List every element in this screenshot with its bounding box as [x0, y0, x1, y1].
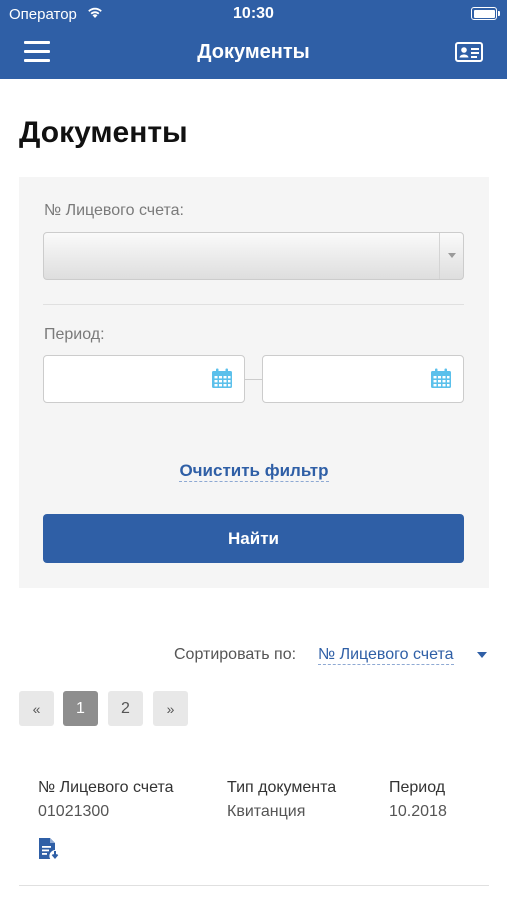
- divider: [43, 304, 464, 305]
- account-label: № Лицевого счета:: [44, 202, 184, 219]
- nav-title: Документы: [197, 41, 310, 63]
- find-button[interactable]: Найти: [43, 514, 464, 563]
- row-divider: [19, 885, 489, 886]
- date-to-input[interactable]: [262, 355, 464, 403]
- chevron-down-icon: [439, 233, 463, 279]
- period-label: Период:: [44, 326, 105, 343]
- app-header: Оператор 10:30 Документы: [0, 0, 507, 79]
- nav-bar: Документы: [0, 28, 507, 79]
- date-from-input[interactable]: [43, 355, 245, 403]
- calendar-icon[interactable]: [211, 368, 233, 389]
- cell-account: 01021300: [38, 803, 110, 820]
- id-card-icon[interactable]: [455, 41, 483, 63]
- page-button-2[interactable]: 2: [108, 691, 143, 726]
- sort-row: Сортировать по: № Лицевого счета: [0, 644, 507, 666]
- cell-type: Квитанция: [227, 803, 306, 820]
- clear-filter-container: Очистить фильтр: [19, 461, 489, 482]
- date-range-separator: [245, 379, 262, 380]
- document-download-icon[interactable]: [38, 837, 62, 861]
- sort-select[interactable]: № Лицевого счета: [318, 646, 454, 665]
- status-bar: Оператор 10:30: [0, 0, 507, 28]
- caret-down-icon[interactable]: [477, 652, 487, 658]
- cell-period: 10.2018: [389, 803, 447, 820]
- battery-icon: [471, 7, 500, 20]
- account-select[interactable]: [43, 232, 464, 280]
- page-button-1[interactable]: 1: [63, 691, 98, 726]
- filter-panel: № Лицевого счета: Период: Очистить фильт…: [19, 177, 489, 588]
- status-time: 10:30: [233, 5, 274, 22]
- page-next-button[interactable]: »: [153, 691, 188, 726]
- page-title: Документы: [19, 116, 188, 149]
- sort-label: Сортировать по:: [174, 646, 297, 663]
- column-header-account: № Лицевого счета: [38, 779, 174, 796]
- column-header-type: Тип документа: [227, 779, 337, 796]
- page-prev-button[interactable]: «: [19, 691, 54, 726]
- calendar-icon[interactable]: [430, 368, 452, 389]
- column-header-period: Период: [389, 779, 446, 796]
- clear-filter-link[interactable]: Очистить фильтр: [179, 461, 329, 482]
